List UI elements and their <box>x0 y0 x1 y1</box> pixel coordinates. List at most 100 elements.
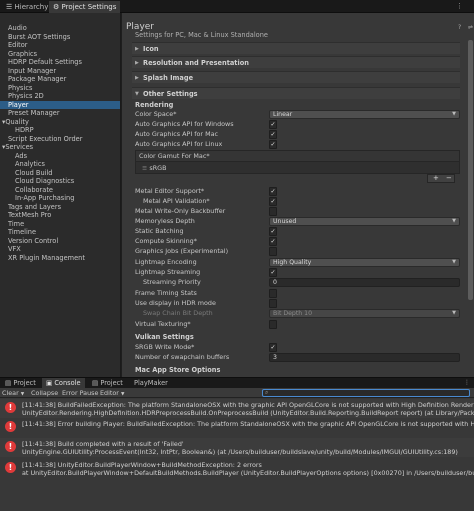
color-gamut-header: Color Gamut For Mac* <box>136 151 459 162</box>
section-resolution[interactable]: ▶ Resolution and Presentation <box>132 56 460 68</box>
nav-physics-2d[interactable]: Physics 2D <box>8 92 44 101</box>
nav-player[interactable]: Player <box>0 100 120 109</box>
metal-api-validation-checkbox[interactable]: ✓ <box>269 197 277 206</box>
mac-app-store-heading: Mac App Store Options <box>135 366 221 374</box>
nav-audio[interactable]: Audio <box>8 24 27 33</box>
tab-project-settings[interactable]: ⚙ Project Settings <box>49 1 121 13</box>
section-icon[interactable]: ▶ Icon <box>132 42 460 54</box>
error-icon: ! <box>5 462 16 473</box>
nav-preset-manager[interactable]: Preset Manager <box>8 109 60 118</box>
log-entry[interactable]: ! [11:41:38] UnityEditor.BuildPlayerWind… <box>0 459 474 478</box>
collapsed-arrow-icon: ▶ <box>135 75 139 81</box>
static-batching-label: Static Batching <box>135 227 184 235</box>
window-tab-bar: ☰ Hierarchy ⚙ Project Settings ⋮ <box>0 0 474 13</box>
auto-api-mac-checkbox[interactable]: ✓ <box>269 130 277 139</box>
color-space-dropdown[interactable]: Linear ▼ <box>269 110 460 119</box>
static-batching-checkbox[interactable]: ✓ <box>269 227 277 236</box>
tab-hierarchy[interactable]: ☰ Hierarchy <box>2 1 52 13</box>
add-icon[interactable]: + <box>433 174 439 182</box>
nav-in-app-purchasing[interactable]: In-App Purchasing <box>15 194 74 203</box>
streaming-priority-field[interactable]: 0 <box>269 278 460 287</box>
console-log: ! [11:41:38] BuildFailedException: The p… <box>0 398 474 511</box>
srgb-write-checkbox[interactable]: ✓ <box>269 343 277 352</box>
log-entry[interactable]: ! [11:41:38] BuildFailedException: The p… <box>0 399 474 418</box>
auto-api-windows-checkbox[interactable]: ✓ <box>269 120 277 129</box>
log-entry[interactable]: ! [11:41:38] Build completed with a resu… <box>0 438 474 457</box>
editor-dropdown[interactable]: Editor ▼ <box>100 388 124 398</box>
nav-vfx[interactable]: VFX <box>8 245 21 254</box>
tab-menu-icon[interactable]: ⋮ <box>464 379 470 386</box>
nav-quality[interactable]: ▾Quality <box>2 118 29 127</box>
hdr-display-checkbox[interactable] <box>269 299 277 308</box>
nav-package-manager[interactable]: Package Manager <box>8 75 66 84</box>
swapchain-buffers-field[interactable]: 3 <box>269 353 460 362</box>
bottom-tab-bar: ▤ Project ▣ Console ▤ Project PlayMaker … <box>0 377 474 389</box>
section-other-settings[interactable]: ▼ Other Settings <box>132 87 460 99</box>
graphics-jobs-label: Graphics Jobs (Experimental) <box>135 247 229 255</box>
nav-version-control[interactable]: Version Control <box>8 237 58 246</box>
hdr-display-label: Use display in HDR mode <box>135 299 216 307</box>
tab-menu-icon[interactable]: ⋮ <box>456 2 463 10</box>
memoryless-depth-dropdown[interactable]: Unused ▼ <box>269 217 460 226</box>
metal-editor-checkbox[interactable]: ✓ <box>269 187 277 196</box>
streaming-priority-label: Streaming Priority <box>143 278 201 286</box>
nav-hdrp-default[interactable]: HDRP Default Settings <box>8 58 82 67</box>
nav-hdrp[interactable]: HDRP <box>15 126 34 135</box>
frame-timing-checkbox[interactable] <box>269 289 277 298</box>
settings-sidebar: Audio Burst AOT Settings Editor Graphics… <box>0 13 121 377</box>
lightmap-streaming-label: Lightmap Streaming <box>135 268 201 276</box>
swapchain-buffers-label: Number of swapchain buffers <box>135 353 230 361</box>
metal-editor-label: Metal Editor Support* <box>135 187 205 195</box>
chevron-down-icon: ▼ <box>120 392 125 397</box>
swap-chain-label: Swap Chain Bit Depth <box>143 309 213 317</box>
virtual-texturing-checkbox[interactable] <box>269 320 277 329</box>
lightmap-streaming-checkbox[interactable]: ✓ <box>269 268 277 277</box>
nav-physics[interactable]: Physics <box>8 84 32 93</box>
nav-services[interactable]: ▾Services <box>2 143 33 152</box>
lightmap-encoding-dropdown[interactable]: High Quality ▼ <box>269 258 460 267</box>
error-icon: ! <box>5 441 16 452</box>
error-icon: ! <box>5 421 16 432</box>
collapsed-arrow-icon: ▶ <box>135 46 139 52</box>
remove-icon[interactable]: − <box>446 174 452 182</box>
collapse-button[interactable]: Collapse <box>31 388 58 398</box>
nav-xr-plugin-management[interactable]: XR Plugin Management <box>8 254 85 263</box>
graphics-jobs-checkbox[interactable] <box>269 247 277 256</box>
console-toolbar: Clear ▼ Collapse Error Pause Editor ▼ ⌕ <box>0 388 474 398</box>
nav-analytics[interactable]: Analytics <box>15 160 45 169</box>
nav-editor[interactable]: Editor <box>8 41 28 50</box>
error-pause-button[interactable]: Error Pause <box>62 388 98 398</box>
search-icon: ⌕ <box>265 389 269 396</box>
nav-input-manager[interactable]: Input Manager <box>8 67 56 76</box>
preset-icon[interactable]: ⇌ <box>468 24 473 31</box>
nav-collaborate[interactable]: Collaborate <box>15 186 53 195</box>
list-add-remove: + − <box>427 174 455 183</box>
nav-ads[interactable]: Ads <box>15 152 27 161</box>
log-entry[interactable]: ! [11:41:38] Error building Player: Buil… <box>0 418 474 437</box>
swap-chain-dropdown[interactable]: Bit Depth 10 ▼ <box>269 309 460 318</box>
metal-backbuffer-checkbox[interactable] <box>269 207 277 216</box>
nav-cloud-build[interactable]: Cloud Build <box>15 169 52 178</box>
nav-tags-and-layers[interactable]: Tags and Layers <box>8 203 61 212</box>
nav-script-execution-order[interactable]: Script Execution Order <box>8 135 82 144</box>
nav-burst-aot[interactable]: Burst AOT Settings <box>8 33 70 42</box>
chevron-down-icon: ▼ <box>20 392 25 397</box>
nav-timeline[interactable]: Timeline <box>8 228 36 237</box>
help-icon[interactable]: ? <box>458 24 461 31</box>
compute-skinning-checkbox[interactable]: ✓ <box>269 237 277 246</box>
console-search-input[interactable]: ⌕ <box>262 389 470 397</box>
section-splash-image[interactable]: ▶ Splash Image <box>132 71 460 83</box>
auto-api-linux-label: Auto Graphics API for Linux <box>135 140 223 148</box>
nav-time[interactable]: Time <box>8 220 24 229</box>
clear-button[interactable]: Clear ▼ <box>2 388 24 398</box>
nav-cloud-diagnostics[interactable]: Cloud Diagnostics <box>15 177 74 186</box>
memoryless-depth-label: Memoryless Depth <box>135 217 195 225</box>
rendering-heading: Rendering <box>135 101 174 109</box>
color-gamut-item[interactable]: ≡ sRGB <box>142 163 167 173</box>
collapsed-arrow-icon: ▶ <box>135 60 139 66</box>
frame-timing-label: Frame Timing Stats <box>135 289 197 297</box>
nav-textmesh-pro[interactable]: TextMesh Pro <box>8 211 51 220</box>
settings-scrollbar[interactable] <box>468 40 473 300</box>
auto-api-linux-checkbox[interactable]: ✓ <box>269 140 277 149</box>
nav-graphics[interactable]: Graphics <box>8 50 37 59</box>
